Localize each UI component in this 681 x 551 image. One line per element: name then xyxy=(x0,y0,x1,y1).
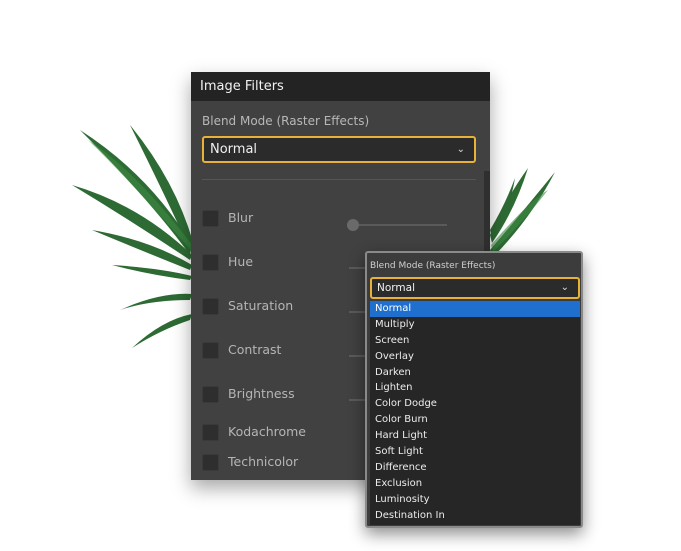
blur-slider-track[interactable] xyxy=(349,224,447,226)
popup-blend-mode-select[interactable]: Normal ⌄ xyxy=(370,277,580,299)
blend-option-difference[interactable]: Difference xyxy=(370,460,580,476)
hue-checkbox[interactable] xyxy=(202,254,219,271)
filter-label: Brightness xyxy=(228,386,295,401)
filter-label: Blur xyxy=(228,210,254,225)
contrast-checkbox[interactable] xyxy=(202,342,219,359)
blend-option-destination-in[interactable]: Destination In xyxy=(370,508,580,524)
saturation-checkbox[interactable] xyxy=(202,298,219,315)
panel-title: Image Filters xyxy=(191,72,490,101)
brightness-checkbox[interactable] xyxy=(202,386,219,403)
filter-label: Contrast xyxy=(228,342,282,357)
filter-label: Saturation xyxy=(228,298,294,313)
technicolor-checkbox[interactable] xyxy=(202,454,219,471)
blend-mode-popup: Blend Mode (Raster Effects) Normal ⌄ Nor… xyxy=(365,251,583,528)
blend-option-soft-light[interactable]: Soft Light xyxy=(370,444,580,460)
blend-option-lighten[interactable]: Lighten xyxy=(370,380,580,396)
chevron-down-icon: ⌄ xyxy=(456,144,465,155)
divider xyxy=(202,179,476,180)
filter-label: Technicolor xyxy=(228,454,299,469)
chevron-down-icon: ⌄ xyxy=(560,282,569,293)
blend-option-multiply[interactable]: Multiply xyxy=(370,317,580,333)
filter-label: Kodachrome xyxy=(228,424,306,439)
popup-blend-mode-value: Normal xyxy=(377,282,415,294)
blend-option-luminosity[interactable]: Luminosity xyxy=(370,492,580,508)
blend-mode-option-list: Normal Multiply Screen Overlay Darken Li… xyxy=(370,301,580,525)
blend-option-overlay[interactable]: Overlay xyxy=(370,349,580,365)
blend-option-color-burn[interactable]: Color Burn xyxy=(370,412,580,428)
blur-checkbox[interactable] xyxy=(202,210,219,227)
blend-option-color-dodge[interactable]: Color Dodge xyxy=(370,396,580,412)
blend-option-normal[interactable]: Normal xyxy=(370,301,580,317)
filter-label: Hue xyxy=(228,254,254,269)
blend-option-hard-light[interactable]: Hard Light xyxy=(370,428,580,444)
blend-option-exclusion[interactable]: Exclusion xyxy=(370,476,580,492)
blend-option-screen[interactable]: Screen xyxy=(370,333,580,349)
blend-mode-value: Normal xyxy=(210,142,258,157)
blur-slider-handle[interactable] xyxy=(347,219,359,231)
kodachrome-checkbox[interactable] xyxy=(202,424,219,441)
popup-blend-mode-label: Blend Mode (Raster Effects) xyxy=(370,261,496,271)
blend-mode-select[interactable]: Normal ⌄ xyxy=(202,136,476,163)
blend-option-darken[interactable]: Darken xyxy=(370,365,580,381)
blend-mode-label: Blend Mode (Raster Effects) xyxy=(202,114,370,128)
